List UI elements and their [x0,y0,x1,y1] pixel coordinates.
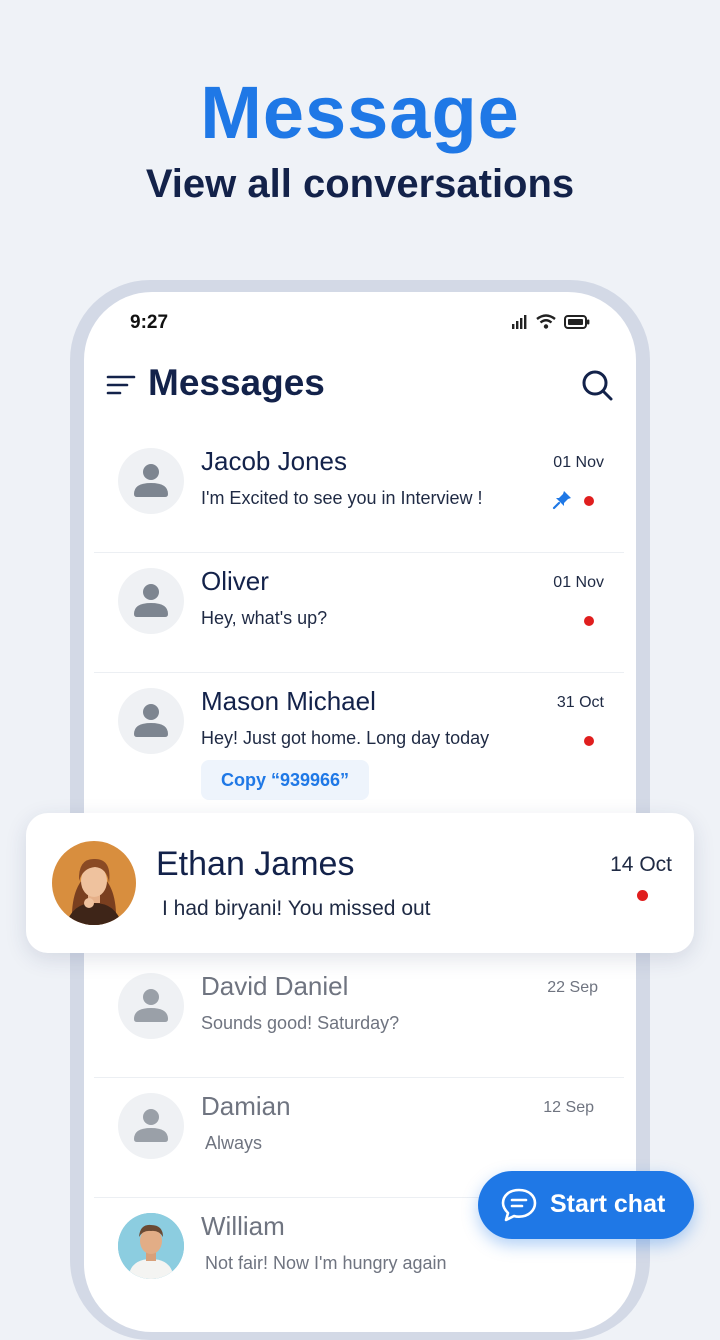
message-date: 12 Sep [543,1099,594,1116]
contact-name: Mason Michael [201,686,376,716]
copy-code-button[interactable]: Copy “939966” [201,760,369,800]
contact-name: William [201,1211,285,1241]
avatar-placeholder [118,973,184,1039]
contact-name: Jacob Jones [201,446,347,476]
avatar-placeholder [118,1093,184,1159]
avatar-placeholder [118,448,184,514]
message-preview: Not fair! Now I'm hungry again [205,1253,447,1273]
message-date: 14 Oct [610,853,672,876]
avatar-placeholder [118,688,184,754]
person-icon [134,1109,168,1142]
battery-icon [564,314,590,329]
page-title: Messages [148,362,325,403]
message-date: 01 Nov [553,574,604,591]
start-chat-label: Start chat [550,1190,666,1218]
avatar-photo [52,841,136,925]
hero-title: Message [200,71,520,154]
chat-bubble-icon [501,1188,537,1222]
status-icons [512,314,590,329]
message-date: 22 Sep [547,979,598,996]
conversation-row[interactable]: Oliver Hey, what's up? 01 Nov [94,552,624,673]
contact-name: Damian [201,1091,291,1121]
conversation-row[interactable]: David Daniel Sounds good! Saturday? 22 S… [94,957,624,1078]
person-icon [134,584,168,617]
hero-subtitle: View all conversations [145,162,575,206]
message-preview: Always [205,1133,263,1153]
unread-dot [584,616,594,626]
avatar-placeholder [118,568,184,634]
person-icon [134,989,168,1022]
menu-icon[interactable] [106,372,136,398]
message-preview: Hey, what's up? [201,608,328,628]
person-icon [134,464,168,497]
featured-conversation-card[interactable]: Ethan James I had biryani! You missed ou… [26,813,694,953]
conversation-row[interactable]: Jacob Jones I'm Excited to see you in In… [94,432,624,553]
unread-dot [637,890,648,901]
woman-portrait-icon [52,841,136,925]
wifi-icon [536,314,556,329]
message-date: 31 Oct [556,694,604,711]
person-icon [134,704,168,737]
signal-icon [512,314,527,329]
message-date: 01 Nov [553,454,604,471]
message-preview: I had biryani! You missed out [162,897,431,920]
contact-name: Ethan James [156,845,355,883]
pin-icon [552,491,571,510]
message-preview: I'm Excited to see you in Interview ! [201,488,483,508]
contact-name: Oliver [201,566,269,596]
avatar-photo [118,1213,184,1279]
message-preview: Hey! Just got home. Long day today [201,728,490,748]
search-icon[interactable] [580,368,614,402]
status-time: 9:27 [130,312,169,333]
app-header: Messages [84,356,636,416]
start-chat-button[interactable]: Start chat [478,1171,694,1239]
man-portrait-icon [118,1213,184,1279]
unread-dot [584,496,594,506]
message-preview: Sounds good! Saturday? [201,1013,400,1033]
unread-dot [584,736,594,746]
contact-name: David Daniel [201,971,349,1001]
